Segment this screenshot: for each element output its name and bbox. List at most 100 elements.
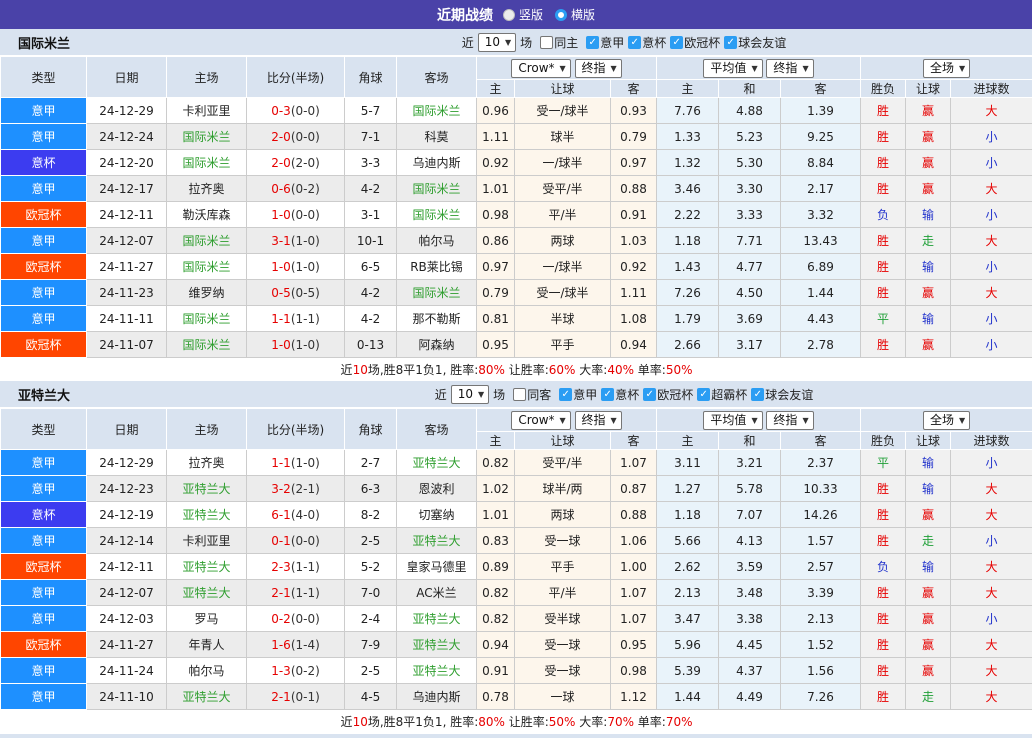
away-team[interactable]: 帕尔马 bbox=[397, 228, 477, 254]
away-team[interactable]: 阿森纳 bbox=[397, 332, 477, 358]
final-odds-select[interactable]: 终指▼ bbox=[575, 411, 622, 430]
away-team[interactable]: 亚特兰大 bbox=[397, 450, 477, 476]
average-select[interactable]: 平均值▼ bbox=[703, 411, 762, 430]
away-team[interactable]: 切塞纳 bbox=[397, 502, 477, 528]
score-cell[interactable]: 2-0(2-0) bbox=[247, 150, 345, 176]
score-cell[interactable]: 3-1(1-0) bbox=[247, 228, 345, 254]
home-team[interactable]: 亚特兰大 bbox=[167, 580, 247, 606]
away-team[interactable]: 国际米兰 bbox=[397, 280, 477, 306]
score-cell[interactable]: 0-6(0-2) bbox=[247, 176, 345, 202]
league-filter-checkbox[interactable]: ✓意甲 bbox=[559, 386, 597, 403]
recent-count-select[interactable]: 10 ▼ bbox=[478, 33, 516, 52]
away-team[interactable]: 恩波利 bbox=[397, 476, 477, 502]
chevron-down-icon: ▼ bbox=[959, 61, 965, 76]
league-filter-checkbox[interactable]: ✓球会友谊 bbox=[751, 386, 813, 403]
score-cell[interactable]: 1-1(1-1) bbox=[247, 306, 345, 332]
home-team[interactable]: 国际米兰 bbox=[167, 254, 247, 280]
final-odds-select-2[interactable]: 终指▼ bbox=[766, 411, 813, 430]
home-team[interactable]: 拉齐奥 bbox=[167, 450, 247, 476]
home-team[interactable]: 国际米兰 bbox=[167, 124, 247, 150]
checkbox-unchecked-icon bbox=[513, 388, 526, 401]
home-team[interactable]: 国际米兰 bbox=[167, 306, 247, 332]
league-badge: 欧冠杯 bbox=[1, 632, 87, 658]
avg-odds-home: 2.62 bbox=[657, 554, 719, 580]
away-team[interactable]: 皇家马德里 bbox=[397, 554, 477, 580]
league-filter-checkbox[interactable]: ✓欧冠杯 bbox=[670, 34, 720, 51]
league-filter-checkbox[interactable]: ✓欧冠杯 bbox=[643, 386, 693, 403]
score-cell[interactable]: 2-1(1-1) bbox=[247, 580, 345, 606]
away-team[interactable]: 亚特兰大 bbox=[397, 632, 477, 658]
home-team[interactable]: 勒沃库森 bbox=[167, 202, 247, 228]
home-team[interactable]: 亚特兰大 bbox=[167, 684, 247, 710]
scope-select[interactable]: 全场▼ bbox=[923, 411, 970, 430]
recent-count-select[interactable]: 10 ▼ bbox=[451, 385, 489, 404]
home-team[interactable]: 年青人 bbox=[167, 632, 247, 658]
score-cell[interactable]: 0-5(0-5) bbox=[247, 280, 345, 306]
score-cell[interactable]: 1-3(0-2) bbox=[247, 658, 345, 684]
home-team[interactable]: 国际米兰 bbox=[167, 228, 247, 254]
corners-cell: 7-0 bbox=[345, 580, 397, 606]
away-team[interactable]: 乌迪内斯 bbox=[397, 684, 477, 710]
home-team[interactable]: 帕尔马 bbox=[167, 658, 247, 684]
home-team[interactable]: 国际米兰 bbox=[167, 332, 247, 358]
score-cell[interactable]: 1-0(1-0) bbox=[247, 254, 345, 280]
bookmaker-select[interactable]: Crow*▼ bbox=[511, 411, 570, 430]
over-under-indicator: 小 bbox=[951, 332, 1032, 358]
away-team[interactable]: 国际米兰 bbox=[397, 176, 477, 202]
home-team[interactable]: 亚特兰大 bbox=[167, 502, 247, 528]
score-cell[interactable]: 1-1(1-0) bbox=[247, 450, 345, 476]
home-team[interactable]: 拉齐奥 bbox=[167, 176, 247, 202]
home-team[interactable]: 亚特兰大 bbox=[167, 476, 247, 502]
summary-stat-value: 70% bbox=[666, 715, 693, 729]
avg-odds-away: 1.44 bbox=[781, 280, 861, 306]
handicap-odds-home: 0.83 bbox=[477, 528, 515, 554]
score-cell[interactable]: 6-1(4-0) bbox=[247, 502, 345, 528]
away-team[interactable]: AC米兰 bbox=[397, 580, 477, 606]
league-filter-checkbox[interactable]: ✓意杯 bbox=[628, 34, 666, 51]
bookmaker-select[interactable]: Crow*▼ bbox=[511, 59, 570, 78]
scope-select[interactable]: 全场▼ bbox=[923, 59, 970, 78]
score-cell[interactable]: 0-1(0-0) bbox=[247, 528, 345, 554]
away-team[interactable]: 亚特兰大 bbox=[397, 658, 477, 684]
league-filter-checkbox[interactable]: ✓球会友谊 bbox=[724, 34, 786, 51]
home-team[interactable]: 亚特兰大 bbox=[167, 554, 247, 580]
radio-vertical-layout[interactable]: 竖版 bbox=[503, 6, 543, 23]
score-cell[interactable]: 3-2(2-1) bbox=[247, 476, 345, 502]
away-team[interactable]: 国际米兰 bbox=[397, 202, 477, 228]
handicap-line: 球半/两 bbox=[515, 476, 611, 502]
score-cell[interactable]: 0-2(0-0) bbox=[247, 606, 345, 632]
away-team[interactable]: 亚特兰大 bbox=[397, 606, 477, 632]
score-cell[interactable]: 1-0(1-0) bbox=[247, 332, 345, 358]
summary-text: 大率: bbox=[575, 715, 607, 729]
away-team[interactable]: 亚特兰大 bbox=[397, 528, 477, 554]
score-cell[interactable]: 2-0(0-0) bbox=[247, 124, 345, 150]
final-odds-select-2[interactable]: 终指▼ bbox=[766, 59, 813, 78]
home-team[interactable]: 卡利亚里 bbox=[167, 528, 247, 554]
same-venue-checkbox[interactable]: 同客 bbox=[513, 386, 551, 403]
league-filter-checkbox[interactable]: ✓意甲 bbox=[586, 34, 624, 51]
home-team[interactable]: 罗马 bbox=[167, 606, 247, 632]
league-filter-checkbox[interactable]: ✓意杯 bbox=[601, 386, 639, 403]
away-team[interactable]: 国际米兰 bbox=[397, 98, 477, 124]
score-cell[interactable]: 2-1(0-1) bbox=[247, 684, 345, 710]
average-select[interactable]: 平均值▼ bbox=[703, 59, 762, 78]
radio-horizontal-layout[interactable]: 横版 bbox=[555, 6, 595, 23]
avg-odds-draw: 3.21 bbox=[719, 450, 781, 476]
same-venue-checkbox[interactable]: 同主 bbox=[540, 34, 578, 51]
league-filter-checkbox[interactable]: ✓超霸杯 bbox=[697, 386, 747, 403]
home-team[interactable]: 国际米兰 bbox=[167, 150, 247, 176]
home-team[interactable]: 卡利亚里 bbox=[167, 98, 247, 124]
corners-cell: 2-4 bbox=[345, 606, 397, 632]
score-cell[interactable]: 1-0(0-0) bbox=[247, 202, 345, 228]
score-cell[interactable]: 2-3(1-1) bbox=[247, 554, 345, 580]
column-header-score: 比分(半场) bbox=[247, 57, 345, 98]
score-cell[interactable]: 0-3(0-0) bbox=[247, 98, 345, 124]
away-team[interactable]: 那不勒斯 bbox=[397, 306, 477, 332]
away-team[interactable]: RB莱比锡 bbox=[397, 254, 477, 280]
home-team[interactable]: 维罗纳 bbox=[167, 280, 247, 306]
away-team[interactable]: 乌迪内斯 bbox=[397, 150, 477, 176]
away-team[interactable]: 科莫 bbox=[397, 124, 477, 150]
score-cell[interactable]: 1-6(1-4) bbox=[247, 632, 345, 658]
final-odds-select[interactable]: 终指▼ bbox=[575, 59, 622, 78]
column-header-cover: 让球 bbox=[906, 432, 951, 450]
